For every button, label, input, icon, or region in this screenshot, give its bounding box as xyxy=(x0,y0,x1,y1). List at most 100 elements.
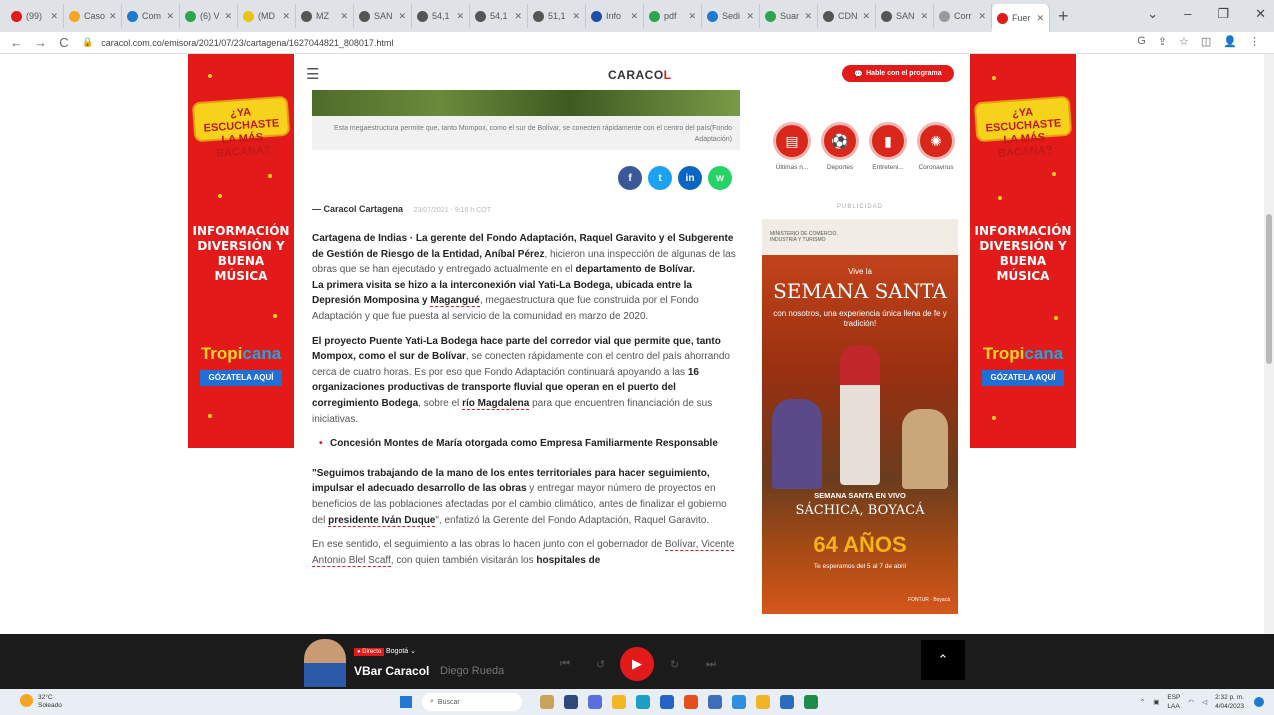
browser-tab[interactable]: (6) V ✕ xyxy=(180,4,238,28)
city-selector[interactable]: Bogotá ⌄ xyxy=(386,647,416,655)
side-ad-left[interactable]: ¿YA ESCUCHASTE LA MÁS BACANA? INFORMACIÓ… xyxy=(188,54,294,448)
author[interactable]: — Caracol Cartagena xyxy=(312,204,403,214)
reload-icon[interactable]: C xyxy=(58,35,70,50)
semana-santa-ad[interactable]: MINISTERIO DE COMERCIO, INDUSTRIA Y TURI… xyxy=(762,219,958,614)
rewind-icon[interactable]: ↺ xyxy=(596,658,605,671)
minimize-icon[interactable]: – xyxy=(1184,6,1191,22)
tab-close-icon[interactable]: ✕ xyxy=(804,11,812,22)
linkedin-icon[interactable]: in xyxy=(678,166,702,190)
browser-tab[interactable]: Sedi ✕ xyxy=(702,4,760,28)
back-icon[interactable]: ← xyxy=(10,35,23,50)
facebook-icon[interactable]: f xyxy=(618,166,642,190)
scrollbar-thumb[interactable] xyxy=(1266,214,1272,364)
tab-close-icon[interactable]: ✕ xyxy=(862,11,870,22)
tab-close-icon[interactable]: ✕ xyxy=(1036,13,1044,24)
chat-app-icon[interactable] xyxy=(588,695,602,709)
chevron-up-icon[interactable]: ⌃ xyxy=(1140,698,1145,707)
chrome-icon[interactable] xyxy=(756,695,770,709)
tab-close-icon[interactable]: ✕ xyxy=(514,11,522,22)
wifi-icon[interactable]: ◠ xyxy=(1188,698,1194,707)
browser-tab[interactable]: 54,1 ✕ xyxy=(412,4,470,28)
caracol-logo[interactable]: CARACOL xyxy=(608,68,672,82)
edge-icon[interactable] xyxy=(636,695,650,709)
google-icon[interactable]: G xyxy=(1137,35,1146,48)
browser-tab[interactable]: Com ✕ xyxy=(122,4,180,28)
tab-close-icon[interactable]: ✕ xyxy=(166,11,174,22)
profile-icon[interactable]: 👤 xyxy=(1223,35,1237,48)
twitter-icon[interactable]: t xyxy=(648,166,672,190)
skip-back-icon[interactable]: ⏮ xyxy=(560,658,570,671)
browser-tab[interactable]: Caso ✕ xyxy=(64,4,122,28)
close-icon[interactable]: ✕ xyxy=(1255,6,1266,22)
app-tray-icon[interactable]: ▣ xyxy=(1153,698,1159,707)
forward-icon[interactable]: → xyxy=(34,35,47,50)
browser-tab[interactable]: 51,1 ✕ xyxy=(528,4,586,28)
tab-close-icon[interactable]: ✕ xyxy=(340,11,348,22)
page-scrollbar[interactable] xyxy=(1264,54,1274,634)
tab-close-icon[interactable]: ✕ xyxy=(282,11,290,22)
tab-close-icon[interactable]: ✕ xyxy=(109,11,117,22)
category-item[interactable]: ⚽ Deportes xyxy=(818,122,862,171)
skip-forward-icon[interactable]: ⏭ xyxy=(706,658,716,671)
menu-icon[interactable]: ⋮ xyxy=(1249,35,1260,48)
browser-tab[interactable]: 54,1 ✕ xyxy=(470,4,528,28)
tab-close-icon[interactable]: ✕ xyxy=(978,11,986,22)
related-link[interactable]: Concesión Montes de María otorgada como … xyxy=(319,436,742,452)
dropdown-icon[interactable]: ⌄ xyxy=(1147,6,1158,22)
url-field[interactable]: caracol.com.co/emisora/2021/07/23/cartag… xyxy=(101,38,393,48)
category-item[interactable]: ▤ Últimas n... xyxy=(770,122,814,171)
new-tab-button[interactable]: + xyxy=(1058,6,1078,27)
expand-player-button[interactable]: ⌃ xyxy=(921,640,965,680)
app-icon[interactable] xyxy=(732,695,746,709)
file-explorer-icon[interactable] xyxy=(612,695,626,709)
task-view-icon[interactable] xyxy=(564,695,578,709)
whatsapp-icon[interactable]: w xyxy=(708,166,732,190)
browser-tab[interactable]: pdf ✕ xyxy=(644,4,702,28)
forward-icon[interactable]: ↻ xyxy=(670,658,679,671)
play-button[interactable]: ▶ xyxy=(620,647,654,681)
sidebar-icon[interactable]: ◫ xyxy=(1201,35,1211,48)
browser-tab[interactable]: (MD ✕ xyxy=(238,4,296,28)
store-icon[interactable] xyxy=(660,695,674,709)
link-magangue[interactable]: Magangué xyxy=(430,295,480,308)
clock[interactable]: 2:32 p. m. 4/04/2023 xyxy=(1215,693,1244,711)
ad-cta[interactable]: GÓZATELA AQUÍ xyxy=(200,370,282,386)
excel-icon[interactable] xyxy=(804,695,818,709)
notification-icon[interactable] xyxy=(1254,697,1264,707)
browser-tab[interactable]: SAN ✕ xyxy=(354,4,412,28)
link-ivan-duque[interactable]: presidente Iván Duque xyxy=(328,514,436,527)
weather-widget[interactable]: 32°C Soleado xyxy=(20,694,62,710)
tab-close-icon[interactable]: ✕ xyxy=(746,11,754,22)
taskbar-search[interactable]: ⌕ Buscar xyxy=(422,693,522,711)
star-icon[interactable]: ☆ xyxy=(1179,35,1189,48)
browser-tab[interactable]: (99) ✕ xyxy=(6,4,64,28)
tab-close-icon[interactable]: ✕ xyxy=(456,11,464,22)
link-rio-magdalena[interactable]: río Magdalena xyxy=(462,397,530,410)
widgets-icon[interactable] xyxy=(540,695,554,709)
browser-tab[interactable]: MZ ✕ xyxy=(296,4,354,28)
browser-tab[interactable]: Corr ✕ xyxy=(934,4,992,28)
share-icon[interactable]: ⇪ xyxy=(1158,35,1167,48)
browser-tab[interactable]: SAN ✕ xyxy=(876,4,934,28)
app-icon[interactable] xyxy=(684,695,698,709)
category-item[interactable]: ▮ Entreteni... xyxy=(866,122,910,171)
browser-tab[interactable]: Fuer ✕ xyxy=(992,4,1050,32)
tab-close-icon[interactable]: ✕ xyxy=(572,11,580,22)
tab-close-icon[interactable]: ✕ xyxy=(398,11,406,22)
tab-close-icon[interactable]: ✕ xyxy=(50,11,58,22)
calendar-icon[interactable] xyxy=(708,695,722,709)
tab-close-icon[interactable]: ✕ xyxy=(630,11,638,22)
windows-start-icon[interactable] xyxy=(400,696,412,708)
ad-cta[interactable]: GÓZATELA AQUÍ xyxy=(982,370,1064,386)
browser-tab[interactable]: CDN ✕ xyxy=(818,4,876,28)
tab-close-icon[interactable]: ✕ xyxy=(688,11,696,22)
hamburger-menu-icon[interactable]: ☰ xyxy=(306,65,319,83)
side-ad-right[interactable]: ¿YA ESCUCHASTE LA MÁS BACANA? INFORMACIÓ… xyxy=(970,54,1076,448)
category-item[interactable]: ✺ Coronavirus xyxy=(914,122,958,171)
live-call-button[interactable]: 💬 Hable con el programa xyxy=(842,65,954,82)
word-icon[interactable] xyxy=(780,695,794,709)
browser-tab[interactable]: Info ✕ xyxy=(586,4,644,28)
volume-icon[interactable]: ◁ xyxy=(1202,698,1207,707)
tab-close-icon[interactable]: ✕ xyxy=(920,11,928,22)
browser-tab[interactable]: Suar ✕ xyxy=(760,4,818,28)
